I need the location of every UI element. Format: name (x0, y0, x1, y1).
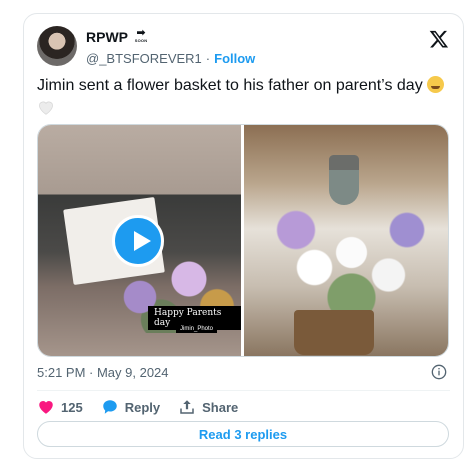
author-handle-row: @_BTSFOREVER1 · Follow (86, 51, 255, 66)
like-button[interactable]: 125 (37, 397, 83, 417)
reply-bubble-icon (102, 400, 117, 414)
separator-dot: · (205, 51, 211, 66)
author-handle[interactable]: @_BTSFOREVER1 (86, 51, 202, 66)
photo-thumbnail[interactable] (244, 125, 448, 356)
follow-button[interactable]: Follow (214, 51, 255, 66)
tweet-timestamp[interactable]: 5:21 PM · May 9, 2024 (37, 365, 169, 380)
share-icon (180, 400, 194, 414)
badge-text: SOON (134, 38, 148, 43)
soon-badge-icon: ➡ SOON (132, 27, 150, 45)
media-gallery: Happy Parents day Jimin_Photo (37, 124, 449, 357)
x-logo-icon[interactable] (429, 29, 449, 49)
tweet-text: Jimin sent a flower basket to his father… (37, 75, 457, 119)
reply-label: Reply (124, 399, 161, 415)
like-count: 125 (61, 399, 83, 415)
heart-icon (39, 401, 53, 414)
tweet-card: RPWP ➡ SOON @_BTSFOREVER1 · Follow Jimin… (23, 13, 464, 459)
read-replies-button[interactable]: Read 3 replies (37, 421, 449, 447)
flower-basket (294, 310, 374, 355)
badge-arrow: ➡ (136, 27, 146, 39)
white-heart-emoji-icon (39, 101, 53, 115)
share-button[interactable]: Share (178, 397, 238, 417)
share-label: Share (202, 399, 239, 415)
divider (37, 390, 450, 391)
video-thumbnail[interactable]: Happy Parents day Jimin_Photo (38, 125, 241, 356)
info-icon[interactable] (431, 364, 447, 380)
action-bar: 125 Reply Share (37, 397, 256, 417)
video-caption-sub: Jimin_Photo (176, 325, 218, 333)
holding-back-tears-emoji-icon (427, 76, 445, 93)
reply-button[interactable]: Reply (101, 397, 160, 417)
author-display-name[interactable]: RPWP (86, 29, 128, 45)
author-name-row: RPWP ➡ SOON (86, 27, 150, 46)
play-button-icon[interactable] (112, 215, 164, 267)
tweet-body: Jimin sent a flower basket to his father… (37, 77, 423, 94)
author-avatar[interactable] (37, 26, 77, 66)
